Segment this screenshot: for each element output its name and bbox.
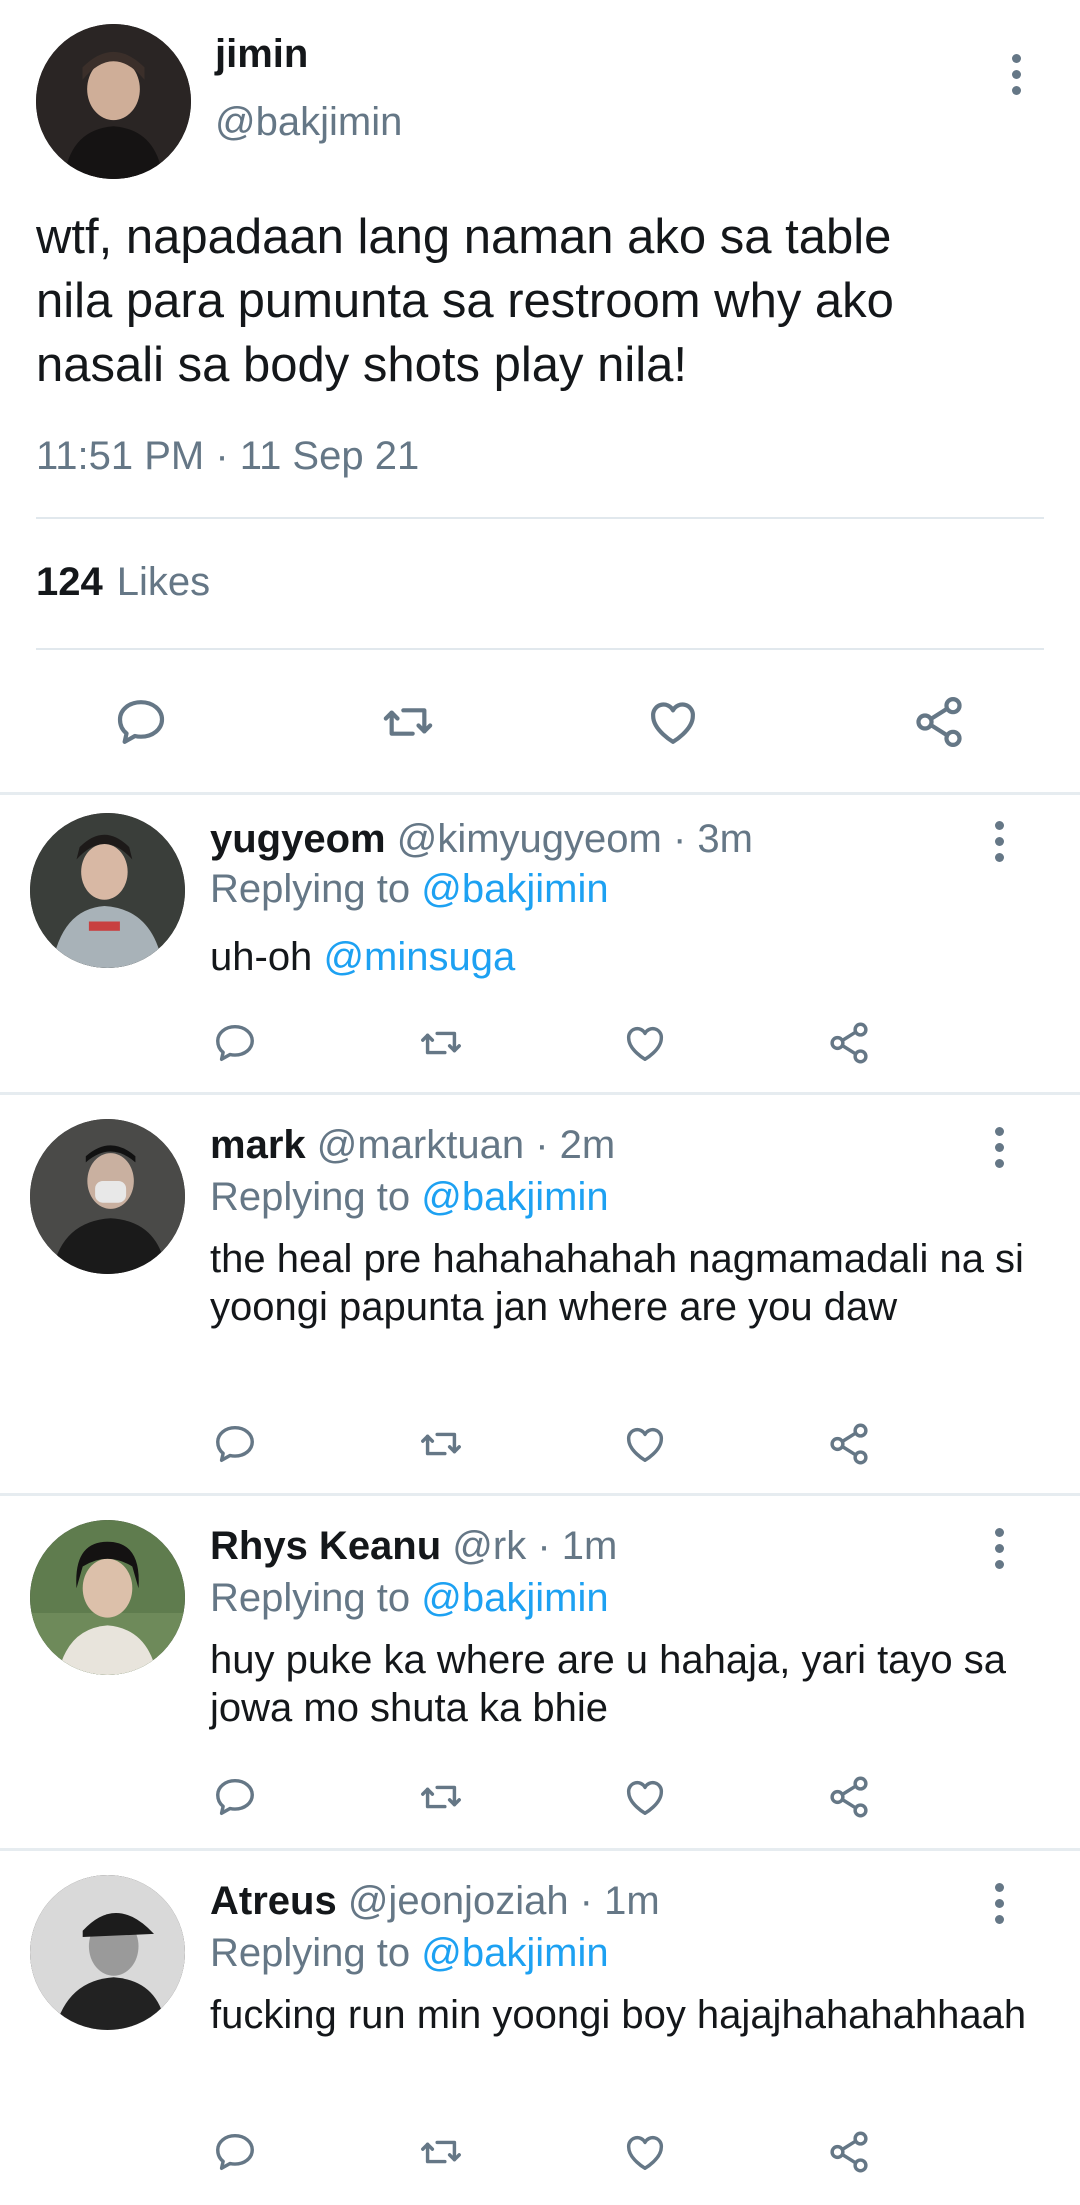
retweet-icon[interactable]	[375, 694, 441, 750]
heart-icon[interactable]	[622, 1774, 668, 1820]
share-icon[interactable]	[910, 694, 968, 750]
retweet-icon[interactable]	[414, 1421, 468, 1467]
replying-to: Replying to @bakjimin	[210, 1175, 609, 1220]
more-vertical-icon[interactable]	[991, 1127, 1007, 1175]
divider	[36, 648, 1044, 650]
share-icon[interactable]	[826, 1774, 872, 1820]
display-name[interactable]: yugyeom	[210, 817, 386, 861]
display-name[interactable]: Atreus	[210, 1879, 337, 1923]
comment-icon[interactable]	[212, 2129, 258, 2175]
more-vertical-icon[interactable]	[1008, 54, 1024, 102]
reply-meta: @jeonjoziah · 1m	[347, 1879, 660, 1923]
reply-meta: @rk · 1m	[452, 1524, 618, 1568]
replying-to: Replying to @bakjimin	[210, 1576, 609, 1621]
more-vertical-icon[interactable]	[991, 821, 1007, 869]
share-icon[interactable]	[826, 1020, 872, 1066]
reply-text: the heal pre hahahahahah nagmamadali na …	[210, 1237, 1024, 1329]
reply-text: fucking run min yoongi boy hajajhahahahh…	[210, 1993, 1027, 2037]
replying-label: Replying to	[210, 1175, 411, 1219]
replying-label: Replying to	[210, 1931, 411, 1975]
comment-icon[interactable]	[212, 1020, 258, 1066]
reply-header: Atreus @jeonjoziah · 1m	[210, 1879, 660, 1924]
display-name[interactable]: Rhys Keanu	[210, 1524, 441, 1568]
replying-to: Replying to @bakjimin	[210, 1931, 609, 1976]
heart-icon[interactable]	[622, 1421, 668, 1467]
likes-summary[interactable]: 124 Likes	[36, 560, 210, 605]
comment-icon[interactable]	[212, 1774, 258, 1820]
display-name[interactable]: jimin	[215, 32, 308, 77]
divider	[36, 517, 1044, 519]
mention-link[interactable]: @minsuga	[323, 935, 515, 979]
reply-tweet[interactable]: yugyeom @kimyugyeom · 3m Replying to @ba…	[0, 795, 1080, 1092]
comment-icon[interactable]	[212, 1421, 258, 1467]
reply-text: huy puke ka where are u hahaja, yari tay…	[210, 1638, 1007, 1730]
likes-label: Likes	[116, 560, 211, 604]
reply-tweet[interactable]: mark @marktuan · 2m Replying to @bakjimi…	[0, 1095, 1080, 1493]
retweet-icon[interactable]	[414, 1020, 468, 1066]
reply-tweet[interactable]: Atreus @jeonjoziah · 1m Replying to @bak…	[0, 1851, 1080, 2205]
reply-header: mark @marktuan · 2m	[210, 1123, 615, 1168]
avatar[interactable]	[30, 1875, 185, 2030]
share-icon[interactable]	[826, 2129, 872, 2175]
likes-count: 124	[36, 560, 103, 604]
avatar[interactable]	[36, 24, 191, 179]
reply-text: uh-oh @minsuga	[210, 933, 1030, 981]
replying-label: Replying to	[210, 867, 411, 911]
avatar[interactable]	[30, 1119, 185, 1274]
user-handle[interactable]: @bakjimin	[215, 100, 402, 145]
mention-link[interactable]: @bakjimin	[421, 867, 608, 911]
heart-icon[interactable]	[644, 694, 702, 750]
replying-to: Replying to @bakjimin	[210, 867, 609, 912]
comment-icon[interactable]	[112, 694, 170, 750]
retweet-icon[interactable]	[414, 2129, 468, 2175]
replying-label: Replying to	[210, 1576, 411, 1620]
more-vertical-icon[interactable]	[991, 1883, 1007, 1931]
tweet-text: wtf, napadaan lang naman ako sa table ni…	[36, 210, 894, 392]
retweet-icon[interactable]	[414, 1774, 468, 1820]
reply-tweet[interactable]: Rhys Keanu @rk · 1m Replying to @bakjimi…	[0, 1496, 1080, 1848]
display-name[interactable]: mark	[210, 1123, 306, 1167]
avatar[interactable]	[30, 813, 185, 968]
more-vertical-icon[interactable]	[991, 1528, 1007, 1576]
mention-link[interactable]: @bakjimin	[421, 1931, 608, 1975]
tweet-timestamp: 11:51 PM · 11 Sep 21	[36, 434, 420, 478]
reply-header: Rhys Keanu @rk · 1m	[210, 1524, 617, 1569]
reply-meta: @kimyugyeom · 3m	[396, 817, 753, 861]
reply-meta: @marktuan · 2m	[316, 1123, 616, 1167]
reply-header: yugyeom @kimyugyeom · 3m	[210, 817, 753, 862]
share-icon[interactable]	[826, 1421, 872, 1467]
avatar[interactable]	[30, 1520, 185, 1675]
heart-icon[interactable]	[622, 2129, 668, 2175]
main-tweet: jimin @bakjimin wtf, napadaan lang naman…	[0, 0, 1080, 792]
reply-text-body: uh-oh	[210, 935, 313, 979]
mention-link[interactable]: @bakjimin	[421, 1175, 608, 1219]
mention-link[interactable]: @bakjimin	[421, 1576, 608, 1620]
heart-icon[interactable]	[622, 1020, 668, 1066]
